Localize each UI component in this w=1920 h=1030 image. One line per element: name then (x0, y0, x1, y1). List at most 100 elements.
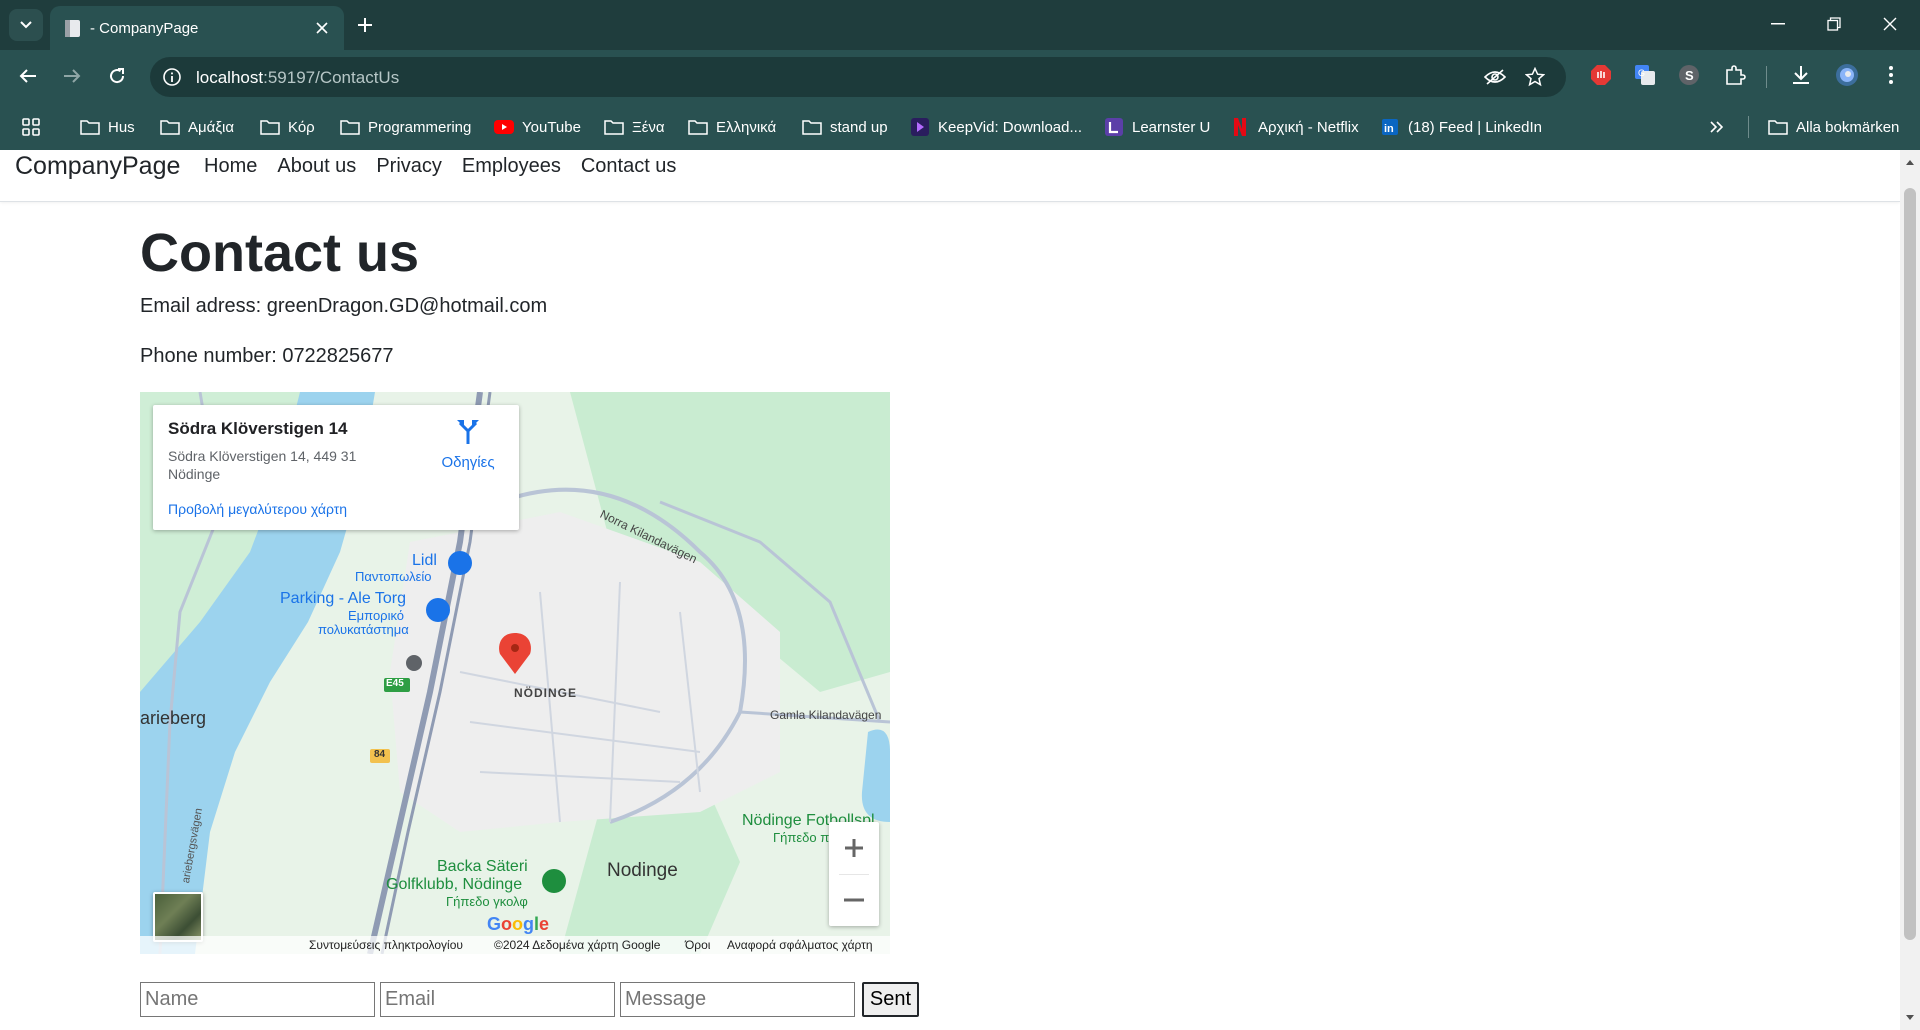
nav-privacy-link[interactable]: Privacy (376, 155, 442, 178)
map-label-gamla: Gamla Kilandavägen (770, 708, 882, 722)
bookmark-label: (18) Feed | LinkedIn (1408, 118, 1542, 136)
map-label-nodinge-caps: NÖDINGE (514, 686, 578, 700)
plus-icon (358, 18, 372, 32)
map-label-backa2: Golfklubb, Nödinge (386, 876, 523, 893)
bookmark-amaksia[interactable]: Αμάξια (160, 115, 234, 139)
adblock-extension-icon[interactable] (1588, 62, 1614, 88)
name-input[interactable] (140, 982, 375, 1017)
nav-about-link[interactable]: About us (277, 155, 356, 178)
bookmark-kor[interactable]: Κόρ (260, 115, 315, 139)
apps-grid-button[interactable] (22, 115, 40, 139)
embedded-map[interactable]: Norra Kilandavägen Lidl Παντοπωλείο Park… (140, 392, 890, 954)
map-label-lidl: Lidl (412, 552, 437, 569)
reload-icon (110, 68, 125, 84)
nav-contact-link[interactable]: Contact us (581, 155, 677, 178)
bookmark-learnster[interactable]: Learnster U (1104, 115, 1210, 139)
back-button[interactable] (12, 60, 44, 92)
plus-icon (845, 839, 863, 857)
map-label-parking: Parking - Ale Torg (280, 590, 406, 607)
translate-extension-icon[interactable]: G (1632, 62, 1658, 88)
place-title: Södra Klöverstigen 14 (168, 419, 348, 438)
profile-avatar[interactable] (1834, 62, 1860, 88)
extensions-puzzle-icon[interactable] (1722, 62, 1748, 88)
browser-toolbar: localhost:59197/ContactUs G S (0, 50, 1920, 102)
tab-search-button[interactable] (9, 9, 43, 41)
folder-icon (1768, 118, 1788, 136)
report-map-error-link[interactable]: Αναφορά σφάλματος χάρτη (727, 938, 873, 952)
bookmarks-bar: Hus Αμάξια Κόρ Programmering YouTube Ξέν… (0, 102, 1920, 150)
nav-employees-link[interactable]: Employees (462, 155, 561, 178)
all-bookmarks-button[interactable]: Alla bokmärken (1768, 115, 1899, 139)
send-button[interactable]: Sent (862, 982, 919, 1017)
satellite-toggle-button[interactable] (153, 892, 203, 942)
bookmark-label: Programmering (368, 118, 472, 136)
s-extension-icon[interactable]: S (1676, 62, 1702, 88)
close-icon (316, 22, 328, 34)
bookmark-label: KeepVid: Download... (938, 118, 1082, 136)
scroll-down-arrow-icon[interactable] (1905, 1012, 1915, 1022)
zoom-out-button[interactable] (829, 874, 879, 926)
page-scrollbar[interactable] (1900, 150, 1920, 1030)
bookmark-netflix[interactable]: Αρχική - Netflix (1230, 115, 1359, 139)
folder-icon (160, 118, 180, 136)
bookmark-youtube[interactable]: YouTube (494, 115, 581, 139)
nav-home-link[interactable]: Home (204, 155, 257, 178)
arrow-right-icon (64, 69, 81, 83)
zoom-in-button[interactable] (829, 822, 879, 874)
new-tab-button[interactable] (352, 12, 378, 38)
linkedin-icon: in (1380, 118, 1400, 136)
bookmark-label: stand up (830, 118, 888, 136)
map-shield-e45: E45 (386, 678, 404, 689)
learnster-icon (1104, 118, 1124, 136)
reload-button[interactable] (101, 60, 133, 92)
bookmark-label: Αμάξια (188, 118, 235, 136)
bookmark-ellinika[interactable]: Ελληνικά (688, 115, 776, 139)
map-label-nodinge: Nodinge (607, 860, 678, 881)
keepvid-icon (910, 118, 930, 136)
youtube-icon (494, 118, 514, 136)
toolbar-divider (1766, 66, 1767, 88)
bookmark-stand-up[interactable]: stand up (802, 115, 888, 139)
download-icon[interactable] (1788, 62, 1814, 88)
site-brand-link[interactable]: CompanyPage (15, 152, 180, 181)
tab-active[interactable]: - CompanyPage (50, 6, 344, 50)
directions-label: Οδηγίες (441, 454, 495, 471)
url-path: :59197/ContactUs (263, 68, 400, 87)
map-label-backa1: Backa Säteri (437, 858, 528, 875)
email-input[interactable] (380, 982, 615, 1017)
address-bar[interactable]: localhost:59197/ContactUs (150, 57, 1566, 97)
map-label-arieberg: arieberg (140, 708, 207, 728)
bookmark-linkedin[interactable]: in (18) Feed | LinkedIn (1380, 115, 1542, 139)
map-shield-84: 84 (374, 749, 386, 760)
info-icon[interactable] (162, 67, 182, 87)
email-line: Email adress: greenDragon.GD@hotmail.com (140, 295, 548, 317)
tab-close-button[interactable] (312, 18, 332, 38)
menu-kebab-icon[interactable] (1878, 62, 1904, 88)
bookmarks-overflow-button[interactable] (1710, 115, 1724, 139)
directions-button[interactable]: Οδηγίες (433, 417, 503, 471)
terms-link[interactable]: Όροι (685, 938, 710, 952)
minimize-icon (1771, 23, 1785, 25)
view-larger-map-link[interactable]: Προβολή μεγαλύτερου χάρτη (168, 501, 347, 517)
window-close-button[interactable] (1862, 0, 1918, 48)
bookmark-keepvid[interactable]: KeepVid: Download... (910, 115, 1082, 139)
bookmark-hus[interactable]: Hus (80, 115, 135, 139)
restore-button[interactable] (1806, 0, 1862, 48)
tracking-protection-icon[interactable] (1484, 66, 1506, 88)
folder-icon (340, 118, 360, 136)
keyboard-shortcuts-link[interactable]: Συντομεύσεις πληκτρολογίου (309, 938, 463, 952)
map-label-parking-sub1: Εμπορικό (348, 608, 405, 623)
bookmark-label: Ξένα (632, 118, 665, 136)
bookmark-xena[interactable]: Ξένα (604, 115, 665, 139)
forward-button[interactable] (56, 60, 88, 92)
message-input[interactable] (620, 982, 855, 1017)
bookmark-star-icon[interactable] (1524, 66, 1546, 88)
minus-icon (844, 898, 864, 902)
minimize-button[interactable] (1750, 0, 1806, 48)
bookmark-programmering[interactable]: Programmering (340, 115, 471, 139)
bookmark-label: Ελληνικά (716, 118, 777, 136)
place-address: Södra Klöverstigen 14, 449 31 Nödinge (168, 448, 357, 482)
scroll-up-arrow-icon[interactable] (1905, 158, 1915, 168)
folder-icon (80, 118, 100, 136)
scrollbar-thumb[interactable] (1904, 188, 1916, 940)
